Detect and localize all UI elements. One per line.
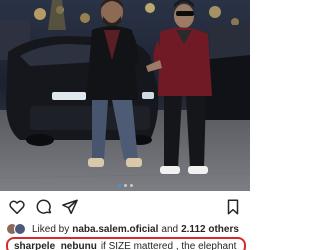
comment-icon[interactable]: [35, 198, 53, 216]
post-caption: sharpele_nebunu if SIZE mattered , the el…: [6, 237, 246, 250]
carousel-dot: [129, 184, 133, 187]
avatar: [14, 223, 26, 235]
liker-avatars: [6, 223, 28, 235]
carousel-dot: [123, 184, 127, 187]
liker-username[interactable]: naba.salem.oficial: [72, 224, 158, 235]
caption-text: if SIZE mattered , the elephant: [100, 241, 237, 250]
bookmark-icon[interactable]: [224, 198, 242, 216]
likes-prefix: Liked by: [32, 223, 70, 235]
post-action-bar: [0, 193, 250, 221]
instagram-post: Liked by naba.salem.oficial and 2.112 ot…: [0, 0, 250, 250]
send-icon[interactable]: [61, 198, 79, 216]
likes-conjunction: and: [161, 223, 179, 235]
likes-summary[interactable]: Liked by naba.salem.oficial and 2.112 ot…: [6, 222, 250, 236]
carousel-indicator: [0, 184, 250, 190]
carousel-dot: [117, 184, 121, 187]
post-photo[interactable]: [0, 0, 250, 191]
caption-username[interactable]: sharpele_nebunu: [14, 241, 97, 250]
likes-others-count[interactable]: 2.112 others: [181, 224, 239, 235]
heart-icon[interactable]: [8, 198, 26, 216]
photo-illustration: [0, 0, 250, 191]
